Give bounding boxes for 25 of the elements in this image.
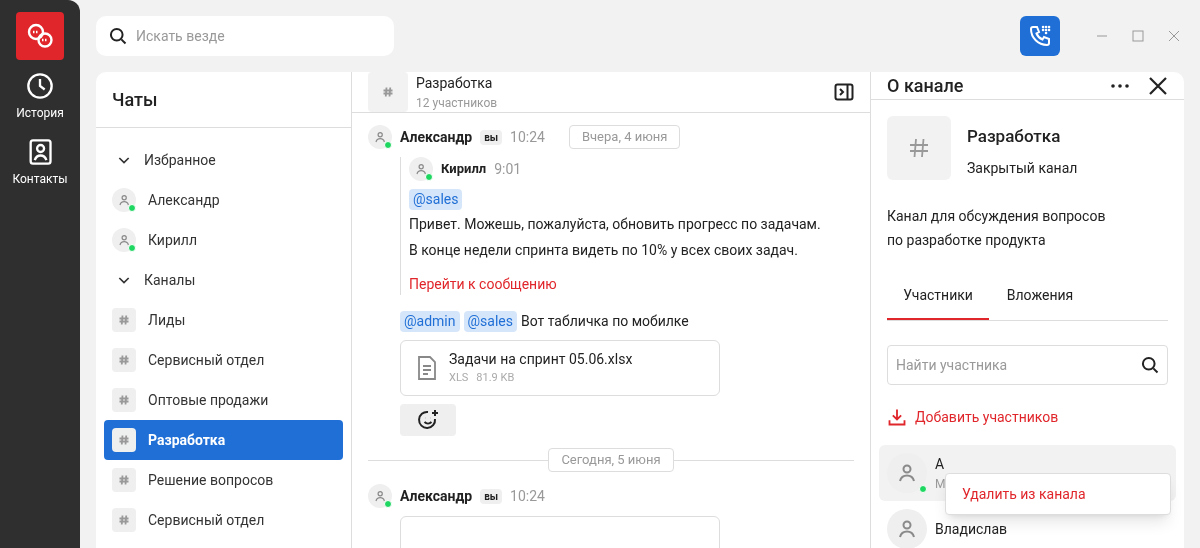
member-role: М: [935, 475, 946, 493]
message-time: 10:24: [510, 486, 545, 506]
you-badge: вы: [480, 488, 503, 504]
message-text: Привет. Можешь, пожалуйста, обновить прогресс по задачам.: [409, 215, 822, 234]
message-time: 9:01: [494, 159, 522, 179]
date-chip: Вчера, 4 июня: [568, 125, 681, 149]
message-time: 10:24: [510, 127, 545, 147]
author-name: Кирилл: [441, 160, 487, 179]
file-size: 81.9 KB: [476, 370, 515, 387]
panel-title: О канале: [887, 74, 965, 98]
member-name: А: [935, 454, 946, 474]
file-type: XLS: [449, 370, 469, 387]
member-count: 12 участников: [416, 94, 499, 112]
member-name: Владислав: [935, 519, 1007, 539]
channel-type: Закрытый канал: [967, 158, 1078, 178]
author-name: Александр: [400, 127, 473, 147]
conversation-title: Разработка: [416, 73, 494, 93]
file-name: Задачи на спринт 05.06.xlsx: [449, 350, 633, 370]
author-name: Александр: [400, 486, 473, 506]
message-text: В конце недели спринта видеть по 10% у всех своих задач.: [409, 241, 799, 260]
message-text: Вот табличка по мобилке: [520, 312, 689, 331]
channel-name: Разработка: [967, 125, 1062, 148]
channel-description: Канал для обсуждения вопросов по разработке продукта: [887, 207, 1107, 250]
panel-title: Чаты: [112, 88, 158, 112]
you-badge: вы: [480, 129, 503, 145]
